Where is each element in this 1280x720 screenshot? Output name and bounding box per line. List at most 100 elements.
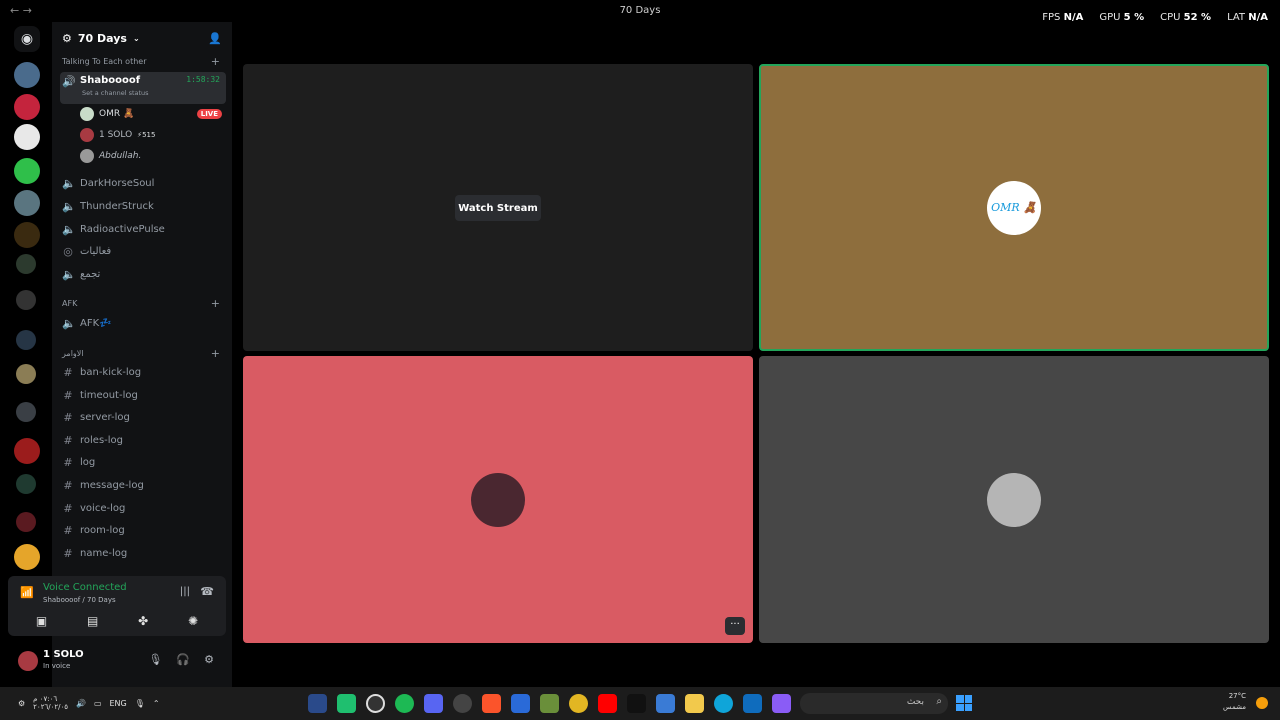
chevron-up-icon[interactable]: ⌃ xyxy=(153,699,160,708)
text-channel[interactable]: # ban-kick-log xyxy=(60,362,226,382)
brave-icon[interactable] xyxy=(482,694,501,713)
voice-user[interactable]: 1 SOLO ⚡515 xyxy=(80,125,155,145)
invite-icon[interactable]: 👤 xyxy=(208,32,222,45)
call-timer: 1:58:32 xyxy=(186,75,220,84)
text-channel[interactable]: # timeout-log xyxy=(60,385,226,405)
server-icon[interactable] xyxy=(16,290,36,310)
stream-tile[interactable]: Watch Stream xyxy=(243,64,753,351)
text-channel[interactable]: # log xyxy=(60,452,226,472)
minecraft-icon[interactable] xyxy=(540,694,559,713)
add-channel-icon[interactable]: + xyxy=(211,55,220,68)
server-header[interactable]: ⚙ 70 Days ⌄ 👤 xyxy=(52,22,232,54)
channel-name: roles-log xyxy=(80,434,124,446)
youtube-icon[interactable] xyxy=(598,694,617,713)
microphone-icon[interactable]: 🎙 xyxy=(135,699,145,708)
volume-icon[interactable]: 🔊 xyxy=(76,699,86,708)
server-icon[interactable] xyxy=(16,330,36,350)
file-explorer-icon[interactable] xyxy=(685,694,704,713)
signal-icon[interactable]: 📶 xyxy=(20,586,34,599)
channel-name: server-log xyxy=(80,411,130,423)
server-icon[interactable] xyxy=(16,474,36,494)
copilot-icon[interactable] xyxy=(772,694,791,713)
server-icon[interactable] xyxy=(16,254,36,274)
voice-location[interactable]: Shaboooof / 70 Days xyxy=(43,596,116,604)
server-icon[interactable] xyxy=(16,402,36,422)
server-icon[interactable] xyxy=(14,438,40,464)
speaker-icon: 🔈 xyxy=(62,222,76,236)
discord-icon[interactable] xyxy=(424,694,443,713)
user-name[interactable]: 1 SOLO xyxy=(43,649,84,660)
text-channel[interactable]: # name-log xyxy=(60,543,226,563)
server-icon[interactable] xyxy=(14,158,40,184)
chrome-icon[interactable] xyxy=(569,694,588,713)
server-icon[interactable] xyxy=(14,62,40,88)
live-badge: LIVE xyxy=(196,109,222,119)
text-channel[interactable]: # room-log xyxy=(60,520,226,540)
voice-channel[interactable]: 🔈 تجمع xyxy=(60,264,226,284)
app-icon[interactable] xyxy=(366,694,385,713)
category-commands[interactable]: الاوامر xyxy=(62,349,84,358)
steam-icon[interactable] xyxy=(308,694,327,713)
store-icon[interactable] xyxy=(656,694,675,713)
screen-share-icon[interactable]: ▤ xyxy=(87,614,98,628)
channel-status[interactable]: Set a channel status xyxy=(82,89,149,97)
user-tile-solo[interactable]: ··· xyxy=(243,356,753,643)
voice-channel[interactable]: 🔈 RadioactivePulse xyxy=(60,219,226,239)
voice-channel[interactable]: 🔈 ThunderStruck xyxy=(60,196,226,216)
headphones-icon[interactable]: 🎧 xyxy=(176,653,190,666)
activities-icon[interactable]: ✤ xyxy=(138,614,148,628)
hash-icon: # xyxy=(63,523,73,537)
steelseries-icon[interactable] xyxy=(453,694,472,713)
voice-channel[interactable]: 🔈 AFK💤 xyxy=(60,313,226,333)
disconnect-icon[interactable]: ☎ xyxy=(200,585,214,598)
server-icon[interactable] xyxy=(14,94,40,120)
app-icon[interactable] xyxy=(337,694,356,713)
text-channel[interactable]: # roles-log xyxy=(60,430,226,450)
tiktok-icon[interactable] xyxy=(627,694,646,713)
hash-icon: # xyxy=(63,365,73,379)
server-icon[interactable] xyxy=(16,364,36,384)
noise-suppression-icon[interactable]: ||| xyxy=(180,586,190,597)
user-tile-abdullah[interactable] xyxy=(759,356,1269,643)
edge-icon[interactable] xyxy=(714,694,733,713)
text-channel[interactable]: # server-log xyxy=(60,407,226,427)
spotify-icon[interactable] xyxy=(395,694,414,713)
server-icon[interactable] xyxy=(14,190,40,216)
watch-stream-button[interactable]: Watch Stream xyxy=(455,195,541,221)
voice-user[interactable]: OMR 🧸 xyxy=(80,104,134,124)
microphone-icon[interactable]: 🎙 xyxy=(148,653,162,666)
avatar[interactable] xyxy=(18,651,38,671)
add-channel-icon[interactable]: + xyxy=(211,347,220,360)
voice-user[interactable]: Abdullah. xyxy=(80,146,141,166)
voice-status[interactable]: Voice Connected xyxy=(43,582,127,593)
clock[interactable]: ٠٧:٠٦ م ٢٠٢٦/٠٢/٠٥ xyxy=(33,695,68,711)
stage-channel[interactable]: ◎ فعاليات xyxy=(60,241,226,261)
text-channel[interactable]: # message-log xyxy=(60,475,226,495)
category-talking[interactable]: Talking To Each other xyxy=(62,57,146,66)
app-icon[interactable] xyxy=(511,694,530,713)
voice-channel-active[interactable]: 🔊 Shaboooof 1:58:32 Set a channel status xyxy=(60,72,226,104)
discord-home-icon[interactable]: ◉ xyxy=(14,26,40,52)
category-afk[interactable]: AFK xyxy=(62,299,77,308)
add-channel-icon[interactable]: + xyxy=(211,297,220,310)
camera-off-icon[interactable]: ▣ xyxy=(36,614,47,628)
soundboard-icon[interactable]: ✺ xyxy=(188,614,198,628)
more-options-button[interactable]: ··· xyxy=(725,617,745,635)
user-tile-omr[interactable]: OMR 🧸 xyxy=(759,64,1269,351)
server-icon[interactable] xyxy=(14,124,40,150)
server-icon[interactable] xyxy=(14,222,40,248)
display-icon[interactable]: ▭ xyxy=(94,699,102,708)
search-box[interactable]: بحث ⌕ xyxy=(800,693,948,714)
weather-widget[interactable]: 27°C مشمس xyxy=(1223,691,1246,713)
stage-icon: ◎ xyxy=(63,244,73,258)
windows-start-icon[interactable] xyxy=(956,695,972,711)
language-indicator[interactable]: ENG xyxy=(110,699,127,708)
avatar xyxy=(471,472,525,527)
tray-icon[interactable]: ⚙ xyxy=(18,699,25,708)
server-icon[interactable] xyxy=(16,512,36,532)
text-channel[interactable]: # voice-log xyxy=(60,498,226,518)
gear-icon[interactable]: ⚙ xyxy=(204,653,214,666)
server-icon[interactable] xyxy=(14,544,40,570)
outlook-icon[interactable] xyxy=(743,694,762,713)
voice-channel[interactable]: 🔈 DarkHorseSoul xyxy=(60,173,226,193)
